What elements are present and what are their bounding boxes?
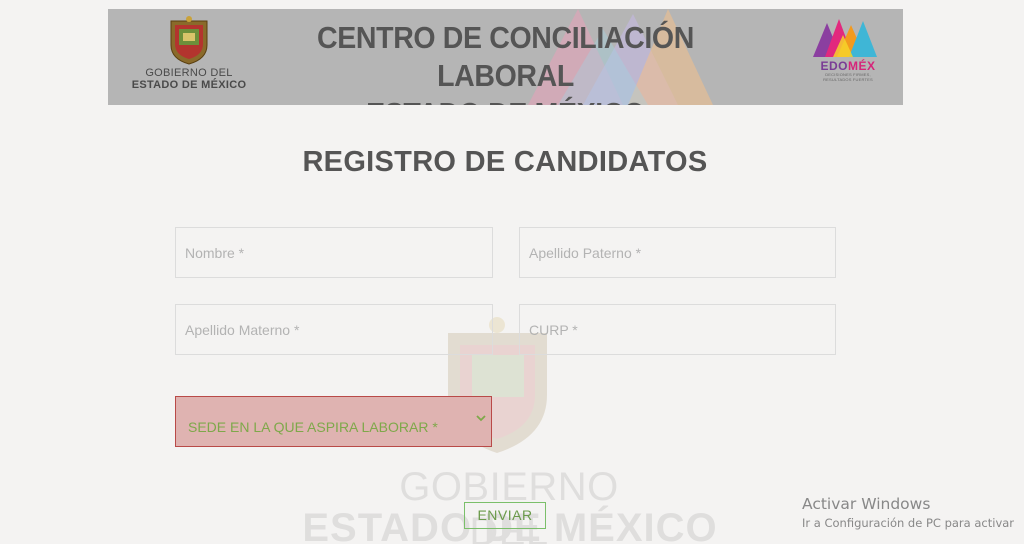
curp-input[interactable] [519,304,836,355]
windows-activation-notice: Activar Windows Ir a Configuración de PC… [802,494,1024,532]
apellido-paterno-input[interactable] [519,227,836,278]
enviar-button[interactable]: ENVIAR [464,502,546,529]
edomex-brand-edo: EDO [820,59,848,73]
gobierno-logo-line1: GOBIERNO DEL [145,67,233,79]
apellido-materno-input[interactable] [175,304,493,355]
coat-of-arms-icon [170,16,208,65]
nombre-input[interactable] [175,227,493,278]
windows-activation-subtitle: Ir a Configuración de PC para activar [802,516,1015,530]
banner-title: CENTRO DE CONCILIACIÓN LABORAL ESTADO DE… [278,19,733,105]
header-banner: GOBIERNO DEL ESTADO DE MÉXICO CENTRO DE … [108,9,903,105]
sede-select-value: SEDE EN LA QUE ASPIRA LABORAR * [188,419,438,435]
banner-title-line1: CENTRO DE CONCILIACIÓN LABORAL [317,20,694,93]
edomex-brand: EDOMÉX [808,60,888,72]
edomex-mountains-icon [813,19,877,57]
gobierno-logo: GOBIERNO DEL ESTADO DE MÉXICO [114,15,264,101]
edomex-tagline-line2: RESULTADOS FUERTES [823,77,873,82]
page-title: REGISTRO DE CANDIDATOS [302,146,708,178]
gobierno-logo-line2: ESTADO DE MÉXICO [131,79,247,91]
edomex-brand-mex: MÉX [848,59,876,73]
edomex-logo: EDOMÉX DECISIONES FIRMES, RESULTADOS FUE… [808,17,888,99]
windows-activation-title: Activar Windows [802,495,931,513]
banner-title-line2: ESTADO DE MÉXICO [278,95,733,105]
sede-select[interactable]: SEDE EN LA QUE ASPIRA LABORAR * [175,396,492,447]
chevron-down-icon [476,415,486,422]
